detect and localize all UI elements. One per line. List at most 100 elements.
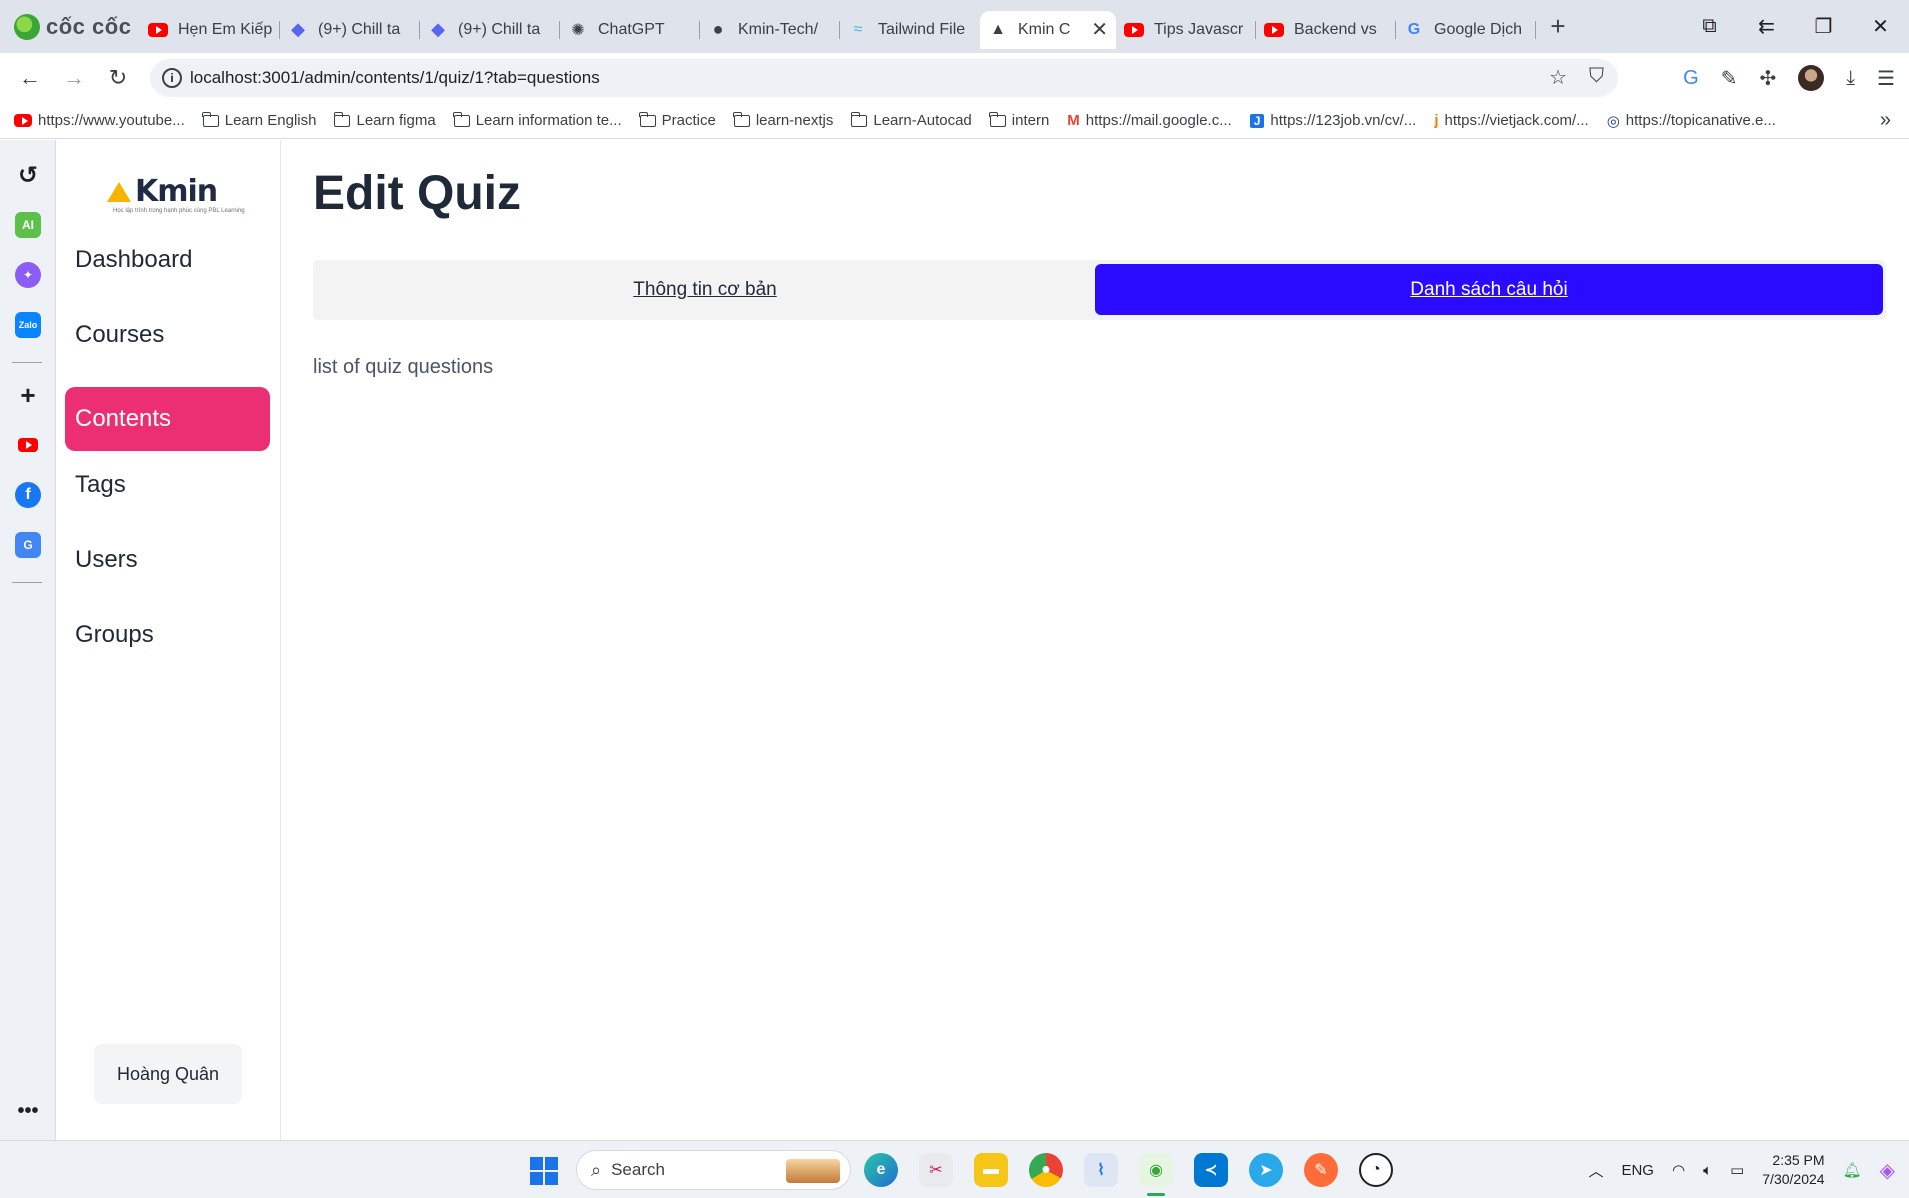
bookmark-folder[interactable]: intern xyxy=(989,111,1049,129)
zalo-icon[interactable]: Zalo xyxy=(15,312,41,338)
clock[interactable]: 2:35 PM 7/30/2024 xyxy=(1762,1151,1824,1189)
url-field[interactable]: i localhost:3001/admin/contents/1/quiz/1… xyxy=(150,59,1618,97)
tab-label: Google Dịch xyxy=(1434,20,1523,38)
discord-icon: ◆ xyxy=(291,19,305,39)
google-translate-icon[interactable]: G xyxy=(15,532,41,558)
taskbar-search-label: Search xyxy=(611,1160,665,1179)
youtube-icon xyxy=(148,20,168,40)
coccoc-logo-icon xyxy=(14,13,40,40)
quiz-tabs: Thông tin cơ bản Danh sách câu hỏi xyxy=(313,260,1886,320)
sidebar-item-users[interactable]: Users xyxy=(65,528,270,592)
url-text[interactable]: localhost:3001/admin/contents/1/quiz/1?t… xyxy=(190,68,600,88)
bookmark-item[interactable]: ◎ https://topicanative.e... xyxy=(1607,112,1776,130)
github-icon: ● xyxy=(712,19,724,39)
browser-tab[interactable]: ≈ Tailwind File xyxy=(840,11,980,49)
chrome-icon[interactable]: ● xyxy=(1029,1153,1063,1187)
eyedropper-icon[interactable]: ✎ xyxy=(1721,66,1738,91)
back-history-icon[interactable]: ⇇ xyxy=(1738,14,1795,39)
sidebar-item-courses[interactable]: Courses xyxy=(65,303,270,367)
history-icon[interactable]: ↺ xyxy=(15,162,41,189)
file-explorer-icon[interactable]: ▬ xyxy=(974,1153,1008,1187)
triangle-icon: ▲ xyxy=(990,20,1006,38)
browser-side-rail: ↺ AI ✦ Zalo + f G ••• xyxy=(0,140,56,1140)
bookmark-item[interactable]: Jhttps://123job.vn/cv/... xyxy=(1249,112,1416,129)
bookmark-folder[interactable]: Practice xyxy=(639,111,716,129)
user-profile-button[interactable]: Hoàng Quân xyxy=(94,1044,242,1104)
close-window-button[interactable]: ✕ xyxy=(1852,14,1909,39)
browser-tab-active[interactable]: ▲ Kmin C ✕ xyxy=(980,10,1116,49)
restore-window-button[interactable]: ❐ xyxy=(1795,14,1852,39)
profile-avatar[interactable] xyxy=(1798,65,1825,91)
site-info-icon[interactable]: i xyxy=(162,68,182,88)
bookmark-folder[interactable]: learn-nextjs xyxy=(733,111,833,129)
user-name: Hoàng Quân xyxy=(116,1063,220,1084)
close-tab-icon[interactable]: ✕ xyxy=(1091,17,1108,42)
add-panel-icon[interactable]: + xyxy=(15,380,41,410)
tab-label: Tips Javascr xyxy=(1154,20,1244,38)
notification-bell-icon[interactable]: 🔔︎ xyxy=(1843,1161,1862,1179)
browser-tab[interactable]: ◆ (9+) Chill ta xyxy=(280,11,420,49)
bookmark-folder[interactable]: Learn information te... xyxy=(453,111,622,129)
youtube-icon[interactable] xyxy=(15,432,41,458)
sidebar-item-label: Groups xyxy=(75,621,154,648)
new-tab-button[interactable]: + xyxy=(1538,11,1578,42)
edge-icon[interactable]: e xyxy=(864,1153,898,1187)
bookmark-item[interactable]: Mhttps://mail.google.c... xyxy=(1067,112,1231,129)
coccoc-taskbar-icon[interactable]: ◉ xyxy=(1139,1153,1173,1196)
download-icon[interactable]: ⤓ xyxy=(1846,67,1855,90)
bookmarks-overflow-icon[interactable]: » xyxy=(1880,109,1891,132)
translate-extension-icon[interactable]: G xyxy=(1683,67,1699,90)
volume-icon[interactable]: 🔈︎ xyxy=(1703,1162,1712,1179)
logo-tagline: Học lập trình trong hạnh phúc cùng PBL L… xyxy=(113,208,245,214)
wifi-icon[interactable]: ◠ xyxy=(1672,1161,1685,1179)
bookmark-folder[interactable]: Learn-Autocad xyxy=(850,111,972,129)
bookmark-folder[interactable]: Learn English xyxy=(202,111,316,129)
browser-tab[interactable]: Backend vs xyxy=(1256,11,1396,49)
shield-icon[interactable]: ⛉ xyxy=(1589,65,1604,90)
panda-app-icon[interactable]: ◔ xyxy=(1359,1153,1393,1187)
tab-search-icon[interactable]: ⧉ xyxy=(1681,15,1738,38)
chevron-up-icon[interactable]: ︿ xyxy=(1588,1160,1603,1181)
messenger-icon[interactable]: ✦ xyxy=(15,262,41,288)
os-taskbar: ⌕ Search e ✂ ▬ ● ⌇ ◉ ≺ ➤ ✎ ◔ ︿ ENG ◠ 🔈︎ … xyxy=(0,1140,1909,1198)
browser-tab[interactable]: G Google Dịch xyxy=(1396,11,1536,49)
browser-tab[interactable]: ◆ (9+) Chill ta xyxy=(420,11,560,49)
tab-basic-info[interactable]: Thông tin cơ bản xyxy=(317,264,1093,315)
copilot-icon[interactable]: ◈ xyxy=(1880,1158,1895,1183)
snipping-tool-icon[interactable]: ✂ xyxy=(919,1153,953,1187)
extensions-icon[interactable]: ✣ xyxy=(1759,66,1776,91)
browser-tab[interactable]: ● Kmin-Tech/ xyxy=(700,11,840,49)
forward-button[interactable]: → xyxy=(52,65,96,91)
taskbar-search[interactable]: ⌕ Search xyxy=(576,1150,851,1190)
facebook-icon[interactable]: f xyxy=(15,482,41,508)
sidebar-item-contents[interactable]: Contents xyxy=(65,387,270,451)
bookmark-star-icon[interactable]: ☆ xyxy=(1549,65,1567,90)
kmin-logo[interactable]: Kmin Học lập trình trong hạnh phúc cùng … xyxy=(107,168,245,214)
ai-icon[interactable]: AI xyxy=(15,212,41,238)
sidebar-item-tags[interactable]: Tags xyxy=(65,453,270,517)
postman-icon[interactable]: ✎ xyxy=(1304,1153,1338,1187)
tab-question-list[interactable]: Danh sách câu hỏi xyxy=(1095,264,1883,315)
telegram-icon[interactable]: ➤ xyxy=(1249,1153,1283,1187)
bookmark-folder[interactable]: Learn figma xyxy=(333,111,436,129)
browser-brand[interactable]: cốc cốc xyxy=(0,0,140,53)
page-title: Edit Quiz xyxy=(313,167,521,220)
youtube-icon xyxy=(14,114,32,127)
vscode-icon[interactable]: ≺ xyxy=(1194,1153,1228,1187)
browser-tab[interactable]: Tips Javascr xyxy=(1116,11,1256,49)
browser-tab[interactable]: ✺ ChatGPT xyxy=(560,11,700,49)
sidebar-item-dashboard[interactable]: Dashboard xyxy=(65,228,270,292)
menu-icon[interactable]: ☰ xyxy=(1877,66,1895,91)
bookmark-item[interactable]: https://www.youtube... xyxy=(14,112,185,129)
monitor-app-icon[interactable]: ⌇ xyxy=(1084,1153,1118,1187)
bookmarks-bar: https://www.youtube... Learn English Lea… xyxy=(0,103,1909,139)
sidebar-item-groups[interactable]: Groups xyxy=(65,603,270,667)
reload-button[interactable]: ↻ xyxy=(96,65,140,91)
more-icon[interactable]: ••• xyxy=(15,1098,41,1124)
battery-icon[interactable]: ▭ xyxy=(1730,1161,1744,1179)
browser-tab[interactable]: Hẹn Em Kiếp xyxy=(140,11,280,49)
windows-start-icon[interactable] xyxy=(530,1157,558,1185)
bookmark-item[interactable]: j https://vietjack.com/... xyxy=(1434,112,1588,129)
back-button[interactable]: ← xyxy=(8,65,52,91)
language-indicator[interactable]: ENG xyxy=(1621,1162,1654,1179)
